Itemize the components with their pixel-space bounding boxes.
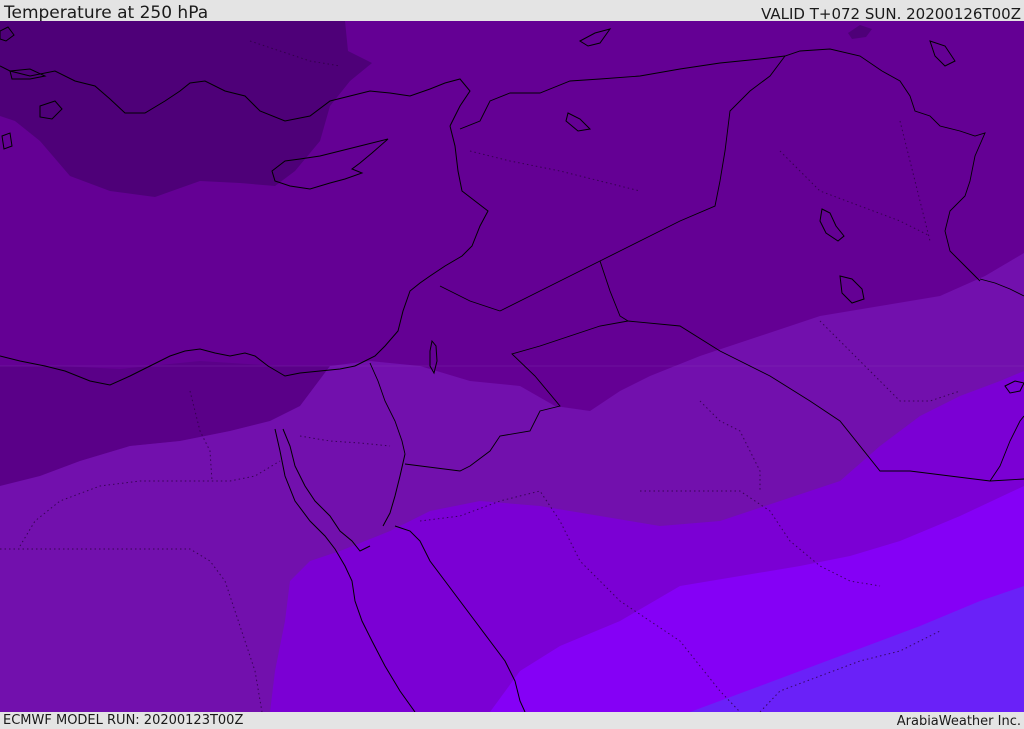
footer-bar: ECMWF MODEL RUN: 20200123T00Z ArabiaWeat… (0, 712, 1024, 729)
map-title: Temperature at 250 hPa (4, 3, 209, 23)
credit-label: ArabiaWeather Inc. (896, 714, 1021, 729)
map-svg (0, 21, 1024, 712)
header-bar: Temperature at 250 hPa VALID T+072 SUN. … (0, 0, 1024, 23)
model-run-label: ECMWF MODEL RUN: 20200123T00Z (3, 713, 244, 728)
weather-map[interactable] (0, 21, 1024, 712)
page: Temperature at 250 hPa VALID T+072 SUN. … (0, 0, 1024, 729)
